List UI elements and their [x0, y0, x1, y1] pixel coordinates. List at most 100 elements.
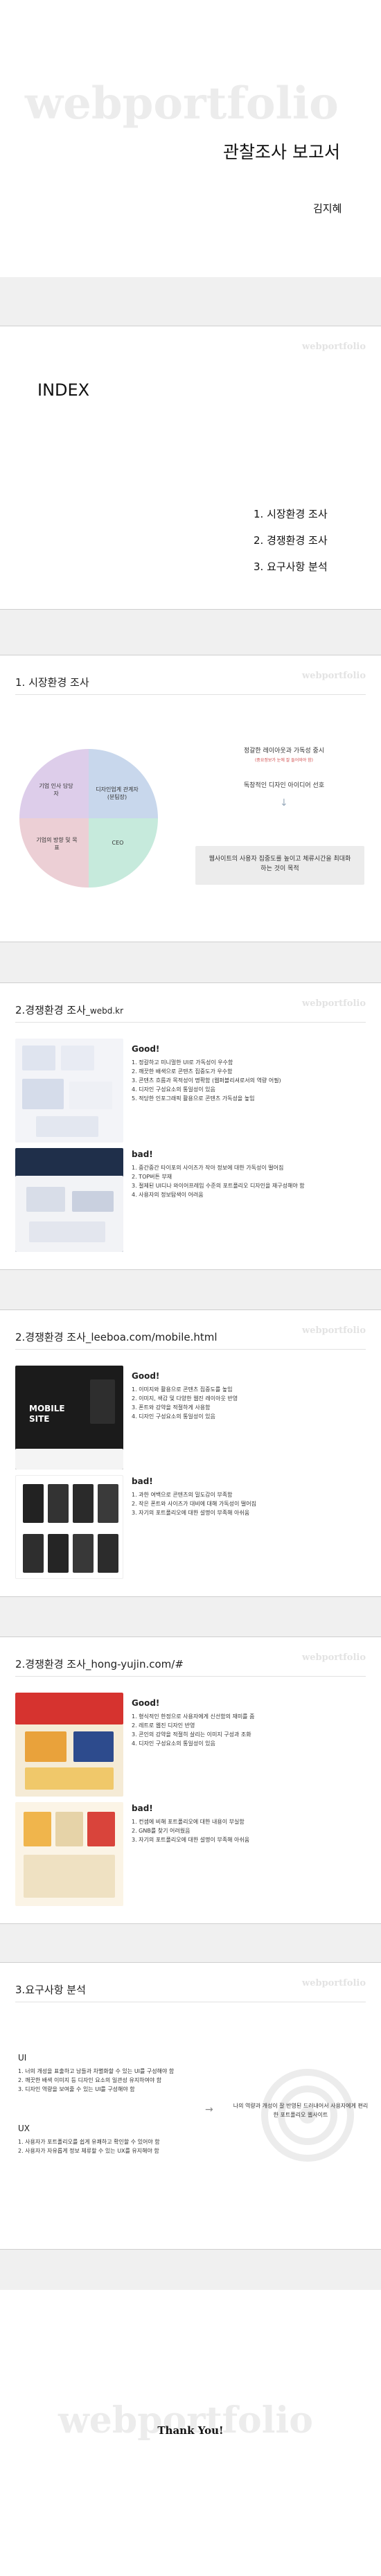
index-item: 1. 시장환경 조사 [254, 508, 328, 520]
list-item: 3. 콘텐츠 흐름과 목적성이 명확함 (웹퍼블리셔로서의 역량 어필) [132, 1077, 281, 1084]
list-item: 2. TOP버튼 부재 [132, 1174, 172, 1180]
list-item: 1. 사용자가 포트폴리오를 쉽게 유쾌하고 확인할 수 있어야 함 [18, 2139, 160, 2145]
pie-slice-ceo [89, 818, 158, 888]
list-item: 2. 깨끗한 배색 이미지 등 디자인 요소의 일관성 유지하여야 함 [18, 2077, 162, 2083]
bad-heading: bad! [132, 1149, 153, 1159]
phone-mockup [48, 1534, 69, 1573]
good-section: Good! 1. 형식적인 한정으로 사용자에게 신선함의 재미를 줌 2. 레… [132, 1698, 367, 1748]
list-item: 4. 디자인 구성요소의 통일성이 있음 [132, 1086, 215, 1093]
thumb-mockup [69, 1082, 112, 1109]
watermark: webportfolio [25, 78, 339, 130]
thumb-mockup [87, 1812, 115, 1846]
site-screenshot-bottom [15, 1148, 123, 1252]
thankyou-slide: webportfolio Thank You! [0, 2290, 381, 2576]
title-suffix: _leeboa.com/mobile.html [85, 1331, 218, 1343]
conclusion-text: 나의 역량과 개성이 잘 반영된 드러내어서 사용자에게 편리한 포트폴리오 웹… [233, 2103, 369, 2118]
list-item: 2. GNB를 찾기 어려웠음 [132, 1828, 190, 1834]
watermark: webportfolio [302, 671, 366, 681]
thumb-mockup [15, 1449, 123, 1470]
note-main: 정갈한 레이아웃과 가독성 중시 [243, 748, 325, 755]
thumb-mockup [22, 1079, 64, 1109]
title-suffix: _webd.kr [85, 1006, 124, 1016]
bad-heading: bad! [132, 1803, 153, 1813]
cover-slide: webportfolio 관찰조사 보고서 김지혜 [0, 0, 381, 277]
pie-slice-design [89, 749, 158, 818]
thumb-mockup [55, 1812, 83, 1846]
phone-mockup [73, 1534, 94, 1573]
site-screenshot-top: MOBILE SITE [15, 1366, 123, 1470]
bad-list: 1. 중간중간 타이포의 사이즈가 작아 정보에 대한 가독성이 떨어짐 2. … [132, 1163, 367, 1199]
site-screenshot-bottom [15, 1475, 123, 1579]
divider [15, 1676, 366, 1677]
pie-label-hr: 기업 인사 담당자 [39, 783, 73, 797]
cover-author: 김지혜 [313, 202, 342, 215]
slide-title: 3.요구사항 분석 [15, 1984, 86, 1996]
divider [15, 1349, 366, 1350]
title-main: 2.경쟁환경 조사 [15, 1658, 86, 1670]
list-item: 1. 형식적인 한정으로 사용자에게 신선함의 재미를 줌 [132, 1713, 255, 1720]
good-section: Good! 1. 정갈하고 미니멀한 UI로 가독성이 우수함 2. 깨끗한 배… [132, 1044, 367, 1103]
list-item: 2. 깨끗한 배색으로 콘텐츠 집중도가 우수함 [132, 1068, 233, 1075]
list-item: 4. 디자인 구성요소의 통일성이 있음 [132, 1740, 215, 1747]
watermark: webportfolio [302, 1978, 366, 1988]
index-item: 3. 요구사항 분석 [254, 561, 328, 573]
ui-heading: UI [18, 2053, 27, 2063]
bad-section: bad! 1. 중간중간 타이포의 사이즈가 작아 정보에 대한 가독성이 떨어… [132, 1149, 367, 1199]
ux-section: UX 1. 사용자가 포트폴리오를 쉽게 유쾌하고 확인할 수 있어야 함 2.… [18, 2124, 226, 2155]
good-section: Good! 1. 이미지와 활용으로 콘텐츠 집중도를 높임 2. 이미지, 색… [132, 1371, 367, 1421]
thumb-mockup [24, 1812, 51, 1846]
pie-slice-direction [19, 818, 89, 888]
thumb-mockup [22, 1046, 55, 1070]
divider [15, 694, 366, 695]
arrow-right-icon: → [205, 2104, 213, 2115]
list-item: 3. 자기의 포트폴리오에 대한 설명이 부족해 아쉬움 [132, 1510, 250, 1516]
phone-mockup [48, 1484, 69, 1523]
competitor-hongyujin-slide: webportfolio 2.경쟁환경 조사_hong-yujin.com/# … [0, 1637, 381, 1924]
requirements-slide: webportfolio 3.요구사항 분석 UI 1. 너의 개성을 표출하고… [0, 1962, 381, 2250]
bad-section: bad! 1. 컨셉에 비해 포트폴리오에 대한 내용이 부실함 2. GNB를… [132, 1803, 367, 1844]
thumb-mockup [29, 1221, 105, 1242]
good-heading: Good! [132, 1044, 160, 1054]
thumb-mockup [73, 1731, 114, 1762]
watermark: webportfolio [302, 998, 366, 1009]
thanks-text: Thank You! [157, 2424, 224, 2437]
competitor-webd-slide: webportfolio 2.경쟁환경 조사_webd.kr Good! 1. … [0, 982, 381, 1270]
thumb-mockup [61, 1046, 94, 1070]
watermark: webportfolio [302, 1325, 366, 1336]
good-heading: Good! [132, 1371, 160, 1381]
list-item: 5. 적당한 인포그래픽 활용으로 콘텐츠 가독성을 높임 [132, 1095, 255, 1102]
phone-mockup [23, 1484, 44, 1523]
watermark: webportfolio [302, 342, 366, 352]
hero-text: MOBILE SITE [29, 1404, 65, 1424]
note-2: 독창적인 디자인 아이디어 선호 [243, 782, 325, 789]
title-suffix: _hong-yujin.com/# [85, 1658, 184, 1670]
competitor-leeboa-slide: webportfolio 2.경쟁환경 조사_leeboa.com/mobile… [0, 1309, 381, 1597]
list-item: 2. 이미지, 색감 및 다양한 웹진 레이아웃 반영 [132, 1395, 238, 1402]
divider [15, 1022, 366, 1023]
good-list: 1. 형식적인 한정으로 사용자에게 신선함의 재미를 줌 2. 레트로 웹진 … [132, 1712, 367, 1748]
bad-heading: bad! [132, 1476, 153, 1486]
ui-section: UI 1. 너의 개성을 표출하고 남들과 차별화할 수 있는 UI를 구성해야… [18, 2053, 226, 2094]
list-item: 3. 콘인의 강약을 적절히 살리는 이미지 구성과 조화 [132, 1731, 251, 1738]
slide-title: 2.경쟁환경 조사_leeboa.com/mobile.html [15, 1330, 218, 1344]
watermark: webportfolio [302, 1652, 366, 1663]
phone-mockup [23, 1534, 44, 1573]
callout-box: 웹사이트의 사용자 집중도를 높이고 체류시간을 최대화하는 것이 목적 [195, 846, 364, 885]
thumb-mockup [36, 1116, 98, 1137]
thumb-mockup [24, 1855, 115, 1898]
list-item: 2. 작은 폰트와 사이즈가 대비에 대해 가독성이 떨어짐 [132, 1501, 256, 1507]
index-slide: webportfolio INDEX 1. 시장환경 조사 2. 경쟁환경 조사… [0, 326, 381, 610]
pie-label-ceo: CEO [112, 840, 124, 846]
list-item: 3. 절제된 UI디나 와이어프레임 수준의 포트폴리오 디자인을 재구성해야 … [132, 1183, 305, 1189]
list-item: 3. 디자인 역량을 보여줄 수 있는 UI를 구성해야 함 [18, 2086, 135, 2092]
index-heading: INDEX [37, 380, 90, 400]
thumb-mockup [25, 1731, 67, 1762]
thumb-mockup [25, 1767, 114, 1790]
list-item: 1. 너의 개성을 표출하고 남들과 차별화할 수 있는 UI를 구성해야 함 [18, 2068, 175, 2074]
bad-list: 1. 컨셉에 비해 포트폴리오에 대한 내용이 부실함 2. GNB를 찾기 어… [132, 1817, 367, 1844]
site-screenshot-top [15, 1039, 123, 1143]
slide-title: 1. 시장환경 조사 [15, 676, 89, 689]
list-item: 3. 자기의 포트폴리오에 대한 설명이 부족해 아쉬움 [132, 1837, 250, 1843]
document: webportfolio 관찰조사 보고서 김지혜 webportfolio I… [0, 0, 381, 2576]
good-list: 1. 정갈하고 미니멀한 UI로 가독성이 우수함 2. 깨끗한 배색으로 콘텐… [132, 1058, 367, 1103]
